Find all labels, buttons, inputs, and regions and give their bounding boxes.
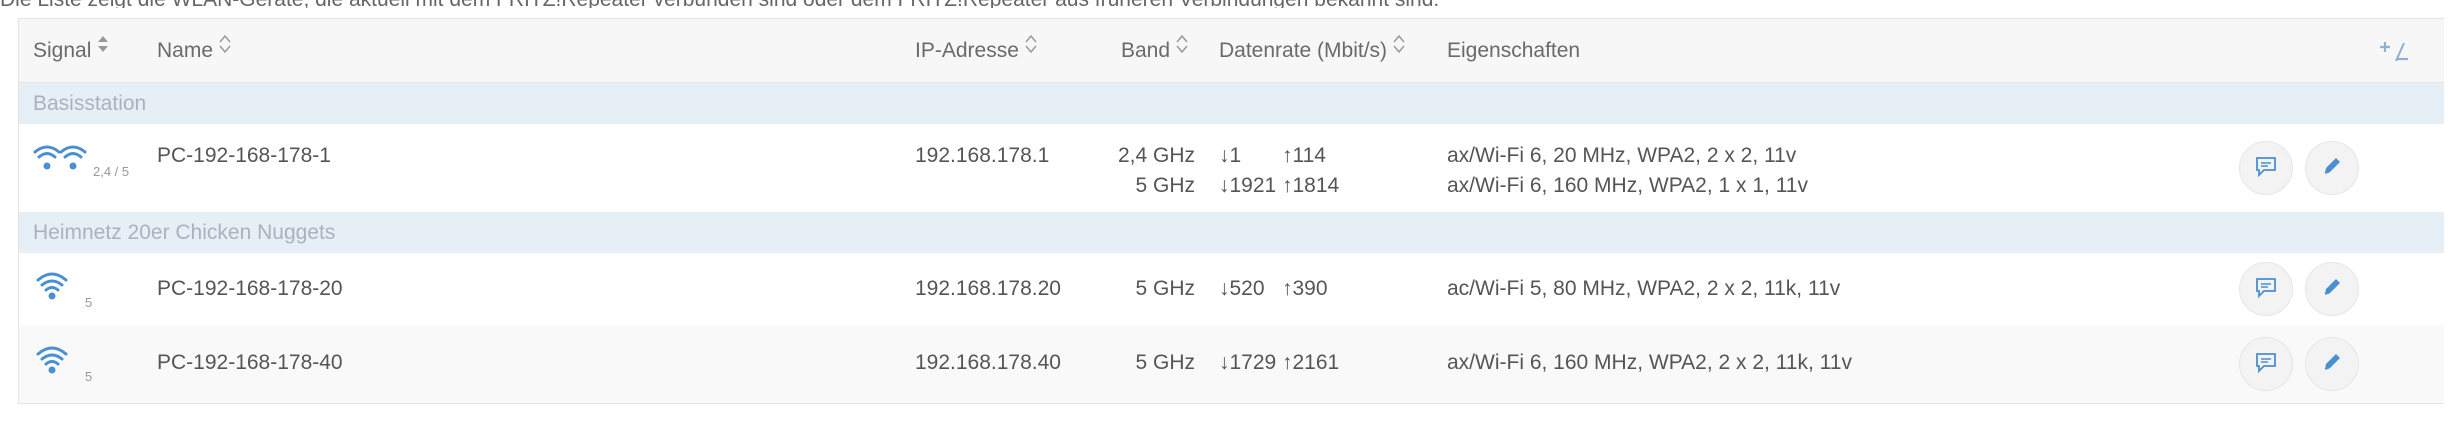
wifi-signal-icon	[33, 142, 89, 182]
col-signal-header[interactable]: Signal	[33, 19, 110, 83]
device-name: PC-192-168-178-1	[157, 144, 331, 167]
group-header-basisstation: Basisstation	[19, 83, 2444, 124]
wifi-signal-icon	[35, 343, 69, 383]
sort-icon[interactable]	[1175, 17, 1189, 81]
col-rate-label: Datenrate (Mbit/s)	[1219, 39, 1388, 62]
device-band: 5 GHz	[1135, 351, 1195, 374]
col-props-header: Eigenschaften	[1447, 19, 1580, 83]
col-props-label: Eigenschaften	[1447, 39, 1581, 62]
signal-band-label: 2,4 / 5	[93, 164, 130, 179]
chat-bubble-icon	[2254, 155, 2278, 182]
edit-button[interactable]	[2305, 337, 2359, 391]
pencil-icon	[2321, 276, 2343, 303]
wifi-signal-icon	[35, 269, 69, 309]
table-row[interactable]: 2,4 / 5 PC-192-168-178-1 192.168.178.1 2…	[19, 124, 2444, 212]
device-properties: ac/Wi-Fi 5, 80 MHz, WPA2, 2 x 2, 11k, 11…	[1447, 277, 1841, 300]
group-header-heimnetz: Heimnetz 20er Chicken Nuggets	[19, 212, 2444, 253]
pencil-icon	[2321, 155, 2343, 182]
col-ip-header[interactable]: IP-Adresse	[915, 19, 1038, 83]
col-rate-header[interactable]: Datenrate (Mbit/s)	[1219, 19, 1406, 83]
sort-icon[interactable]	[1024, 17, 1038, 81]
col-name-header[interactable]: Name	[157, 19, 232, 83]
sort-icon[interactable]	[1392, 17, 1406, 81]
rate-up: ↑114	[1282, 144, 1326, 167]
intro-text: Die Liste zeigt die WLAN-Geräte, die akt…	[0, 0, 2452, 8]
wlan-device-table: Signal Name IP-Adresse Band Datenrate (M…	[18, 18, 2444, 404]
column-toggle-icon[interactable]	[2376, 39, 2410, 70]
sort-icon[interactable]	[218, 17, 232, 81]
signal-band-label: 5	[85, 369, 93, 384]
device-ip: 192.168.178.1	[915, 144, 1050, 167]
device-name: PC-192-168-178-40	[157, 351, 343, 374]
col-signal-label: Signal	[33, 39, 92, 62]
rate-down: ↓1729	[1219, 351, 1277, 374]
device-ip: 192.168.178.40	[915, 351, 1061, 374]
edit-button[interactable]	[2305, 141, 2359, 195]
col-ip-label: IP-Adresse	[915, 39, 1019, 62]
device-properties: ax/Wi-Fi 6, 20 MHz, WPA2, 2 x 2, 11v	[1447, 144, 1797, 167]
rate-down: ↓1	[1219, 144, 1242, 167]
rate-up: ↑2161	[1282, 351, 1340, 374]
device-band: 5 GHz	[1135, 277, 1195, 300]
col-name-label: Name	[157, 39, 214, 62]
signal-band-label: 5	[85, 295, 93, 310]
col-band-header[interactable]: Band	[1121, 19, 1189, 83]
device-band: 5 GHz	[1135, 174, 1195, 197]
details-button[interactable]	[2239, 141, 2293, 195]
device-properties: ax/Wi-Fi 6, 160 MHz, WPA2, 2 x 2, 11k, 1…	[1447, 351, 1852, 374]
device-name: PC-192-168-178-20	[157, 277, 343, 300]
table-row[interactable]: 5 PC-192-168-178-20 192.168.178.20 5 GHz…	[19, 253, 2444, 325]
chat-bubble-icon	[2254, 276, 2278, 303]
rate-up: ↑1814	[1282, 174, 1340, 197]
rate-down: ↓1921	[1219, 174, 1277, 197]
sort-icon[interactable]	[96, 17, 110, 81]
table-header: Signal Name IP-Adresse Band Datenrate (M…	[19, 19, 2444, 83]
device-ip: 192.168.178.20	[915, 277, 1061, 300]
pencil-icon	[2321, 351, 2343, 378]
details-button[interactable]	[2239, 337, 2293, 391]
details-button[interactable]	[2239, 262, 2293, 316]
table-row[interactable]: 5 PC-192-168-178-40 192.168.178.40 5 GHz…	[19, 325, 2444, 403]
device-properties: ax/Wi-Fi 6, 160 MHz, WPA2, 1 x 1, 11v	[1447, 174, 1808, 197]
device-band: 2,4 GHz	[1117, 144, 1195, 167]
edit-button[interactable]	[2305, 262, 2359, 316]
rate-down: ↓520	[1219, 277, 1265, 300]
rate-up: ↑390	[1282, 277, 1328, 300]
chat-bubble-icon	[2254, 351, 2278, 378]
col-band-label: Band	[1121, 39, 1171, 62]
